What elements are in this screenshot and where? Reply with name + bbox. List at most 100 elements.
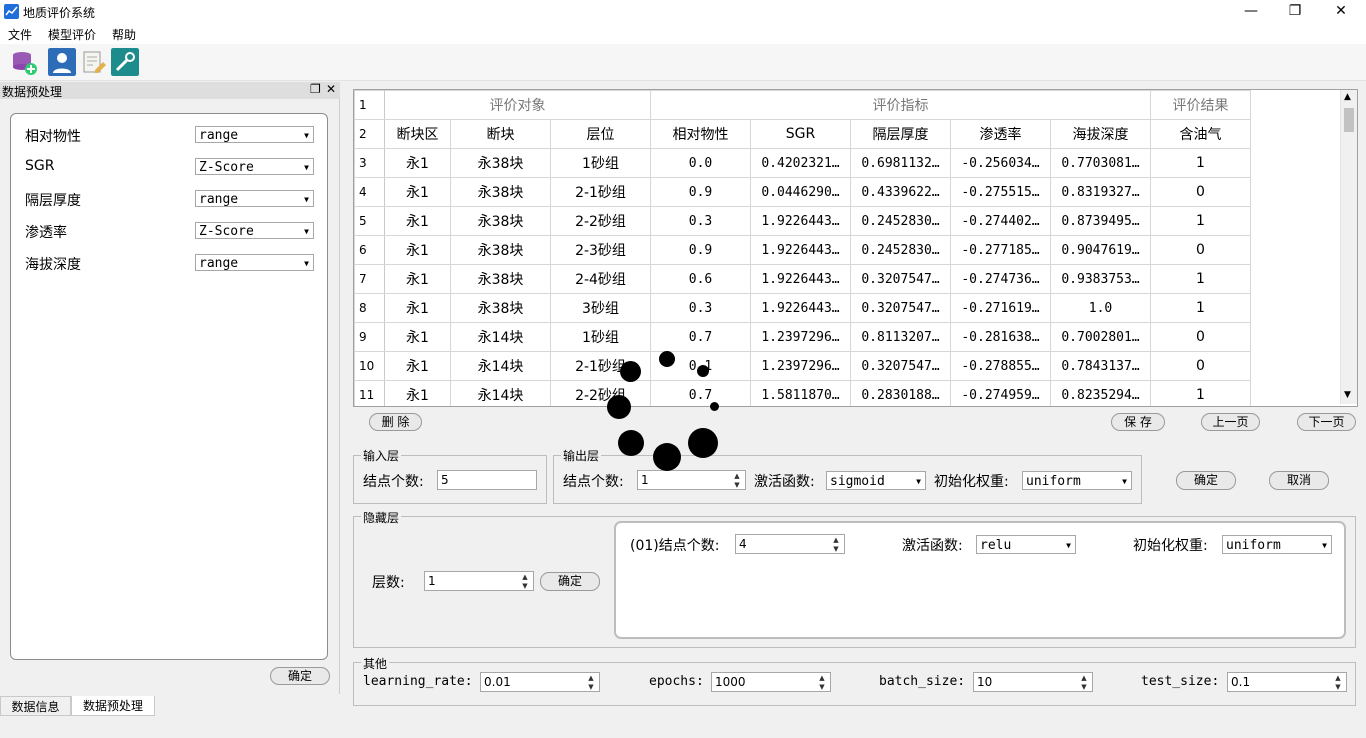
layer-cancel-button[interactable]: 取消 (1269, 471, 1329, 490)
table-cell[interactable]: 永1 (384, 322, 451, 352)
table-cell[interactable]: 0.8739495… (1050, 206, 1151, 236)
table-cell[interactable]: 1 (1150, 380, 1251, 406)
table-cell[interactable]: 0.2452830… (850, 206, 951, 236)
table-cell[interactable]: 1.9226443… (750, 293, 851, 323)
table-row[interactable]: 3 永1 永38块 1砂组 0.0 0.4202321… 0.6981132… -0.2560… (354, 148, 1251, 178)
table-cell[interactable]: 0.9383753… (1050, 264, 1151, 294)
batch-size-spinbox[interactable]: 10 ▲ ▼ (973, 672, 1093, 692)
table-cell[interactable]: 0.7843137… (1050, 351, 1151, 381)
table-cell[interactable]: 0 (1150, 351, 1251, 381)
table-cell[interactable]: 0.6981132… (850, 148, 951, 178)
table-cell[interactable]: 永1 (384, 177, 451, 207)
table-cell[interactable]: 0.8113207… (850, 322, 951, 352)
close-button[interactable]: ✕ (1318, 0, 1364, 24)
table-cell[interactable]: 0.6 (650, 264, 751, 294)
menu-file[interactable]: 文件 (8, 26, 32, 43)
table-row[interactable]: 4 永1 永38块 2-1砂组 0.9 0.0446290… 0.4339622… -0.27… (354, 177, 1251, 207)
test-size-spinbox[interactable]: 0.1 ▲ ▼ (1227, 672, 1347, 692)
param-method-select[interactable]: Z-Score ▼ (195, 158, 314, 175)
table-cell[interactable]: 1砂组 (550, 322, 651, 352)
tools-icon[interactable] (111, 48, 139, 76)
table-cell[interactable]: 2-4砂组 (550, 264, 651, 294)
table-cell[interactable]: 0.3207547… (850, 264, 951, 294)
table-cell[interactable]: 0.2452830… (850, 235, 951, 265)
table-row[interactable]: 8 永1 永38块 3砂组 0.3 1.9226443… 0.3207547… -0.2716… (354, 293, 1251, 323)
menu-help[interactable]: 帮助 (112, 26, 136, 43)
spin-down-icon[interactable]: ▼ (1077, 683, 1091, 691)
param-method-select[interactable]: range ▼ (195, 190, 314, 207)
table-cell[interactable]: 0.9 (650, 177, 751, 207)
spin-up-icon[interactable]: ▲ (518, 573, 532, 581)
table-cell[interactable]: -0.275515… (950, 177, 1051, 207)
table-cell[interactable]: 永38块 (450, 206, 551, 236)
table-row[interactable]: 5 永1 永38块 2-2砂组 0.3 1.9226443… 0.2452830… -0.27… (354, 206, 1251, 236)
table-cell[interactable]: 1砂组 (550, 148, 651, 178)
prev-page-button[interactable]: 上一页 (1201, 413, 1260, 431)
table-row[interactable]: 7 永1 永38块 2-4砂组 0.6 1.9226443… 0.3207547… -0.27… (354, 264, 1251, 294)
table-cell[interactable]: 永38块 (450, 235, 551, 265)
table-cell[interactable]: 2-2砂组 (550, 206, 651, 236)
menu-model-eval[interactable]: 模型评价 (48, 26, 96, 43)
param-method-select[interactable]: range ▼ (195, 126, 314, 143)
hidden-confirm-button[interactable]: 确定 (540, 572, 600, 591)
table-cell[interactable]: 0.7703081… (1050, 148, 1151, 178)
table-cell[interactable]: 永1 (384, 264, 451, 294)
delete-button[interactable]: 删 除 (369, 413, 422, 431)
table-cell[interactable]: 0.3 (650, 293, 751, 323)
restore-button[interactable]: ❐ (1272, 0, 1318, 24)
save-button[interactable]: 保 存 (1111, 413, 1165, 431)
table-cell[interactable]: -0.277185… (950, 235, 1051, 265)
table-cell[interactable]: 1 (1150, 293, 1251, 323)
spin-down-icon[interactable]: ▼ (518, 582, 532, 590)
spin-down-icon[interactable]: ▼ (815, 683, 829, 691)
table-cell[interactable]: 2-2砂组 (550, 380, 651, 406)
table-cell[interactable]: 1.9226443… (750, 264, 851, 294)
table-cell[interactable]: 1.9226443… (750, 206, 851, 236)
spin-down-icon[interactable]: ▼ (1331, 683, 1345, 691)
table-cell[interactable]: -0.256034… (950, 148, 1051, 178)
spin-up-icon[interactable]: ▲ (584, 674, 598, 682)
table-cell[interactable]: 0.4202321… (750, 148, 851, 178)
table-cell[interactable]: 永1 (384, 293, 451, 323)
tab-data-preprocess[interactable]: 数据预处理 (71, 696, 155, 716)
table-cell[interactable]: 0.4339622… (850, 177, 951, 207)
hidden-nodes-spinbox[interactable]: 4 ▲ ▼ (735, 534, 845, 554)
hidden-activation-select[interactable]: relu ▼ (976, 535, 1076, 554)
table-cell[interactable]: 永38块 (450, 264, 551, 294)
spin-up-icon[interactable]: ▲ (815, 674, 829, 682)
dock-close-icon[interactable]: ✕ (326, 82, 336, 96)
spin-up-icon[interactable]: ▲ (1077, 674, 1091, 682)
param-method-select[interactable]: Z-Score ▼ (195, 222, 314, 239)
lr-spinbox[interactable]: 0.01 ▲ ▼ (480, 672, 600, 692)
table-cell[interactable]: -0.274736… (950, 264, 1051, 294)
table-cell[interactable]: 永1 (384, 235, 451, 265)
table-cell[interactable]: 2-3砂组 (550, 235, 651, 265)
output-nodes-spinbox[interactable]: 1 ▲ ▼ (637, 470, 746, 490)
spin-down-icon[interactable]: ▼ (730, 481, 744, 489)
table-cell[interactable]: 1 (1150, 148, 1251, 178)
table-cell[interactable]: 0.9047619… (1050, 235, 1151, 265)
user-icon[interactable] (48, 48, 76, 76)
table-row[interactable]: 10永1永14块2-1砂组0.11.2397296…0.3207547…-0.2… (354, 351, 1251, 381)
spin-up-icon[interactable]: ▲ (829, 536, 843, 544)
epochs-spinbox[interactable]: 1000 ▲ ▼ (711, 672, 831, 692)
table-cell[interactable]: 1.0 (1050, 293, 1151, 323)
hidden-layers-spinbox[interactable]: 1 ▲ ▼ (424, 571, 534, 591)
table-cell[interactable]: 2-1砂组 (550, 177, 651, 207)
table-cell[interactable]: 永38块 (450, 148, 551, 178)
table-cell[interactable]: 0.2830188… (850, 380, 951, 406)
scroll-thumb[interactable] (1344, 108, 1354, 132)
table-cell[interactable]: 永14块 (450, 351, 551, 381)
table-cell[interactable]: 0.7 (650, 322, 751, 352)
minimize-button[interactable]: — (1228, 0, 1274, 24)
table-cell[interactable]: 永14块 (450, 322, 551, 352)
table-cell[interactable]: 1.9226443… (750, 235, 851, 265)
table-cell[interactable]: 0.0 (650, 148, 751, 178)
table-cell[interactable]: 1 (1150, 264, 1251, 294)
table-cell[interactable]: 0.7002801… (1050, 322, 1151, 352)
table-cell[interactable]: 1.2397296… (750, 322, 851, 352)
input-nodes-field[interactable]: 5 (437, 470, 537, 490)
spin-down-icon[interactable]: ▼ (829, 545, 843, 553)
table-cell[interactable]: -0.281638… (950, 322, 1051, 352)
table-cell[interactable]: 3砂组 (550, 293, 651, 323)
